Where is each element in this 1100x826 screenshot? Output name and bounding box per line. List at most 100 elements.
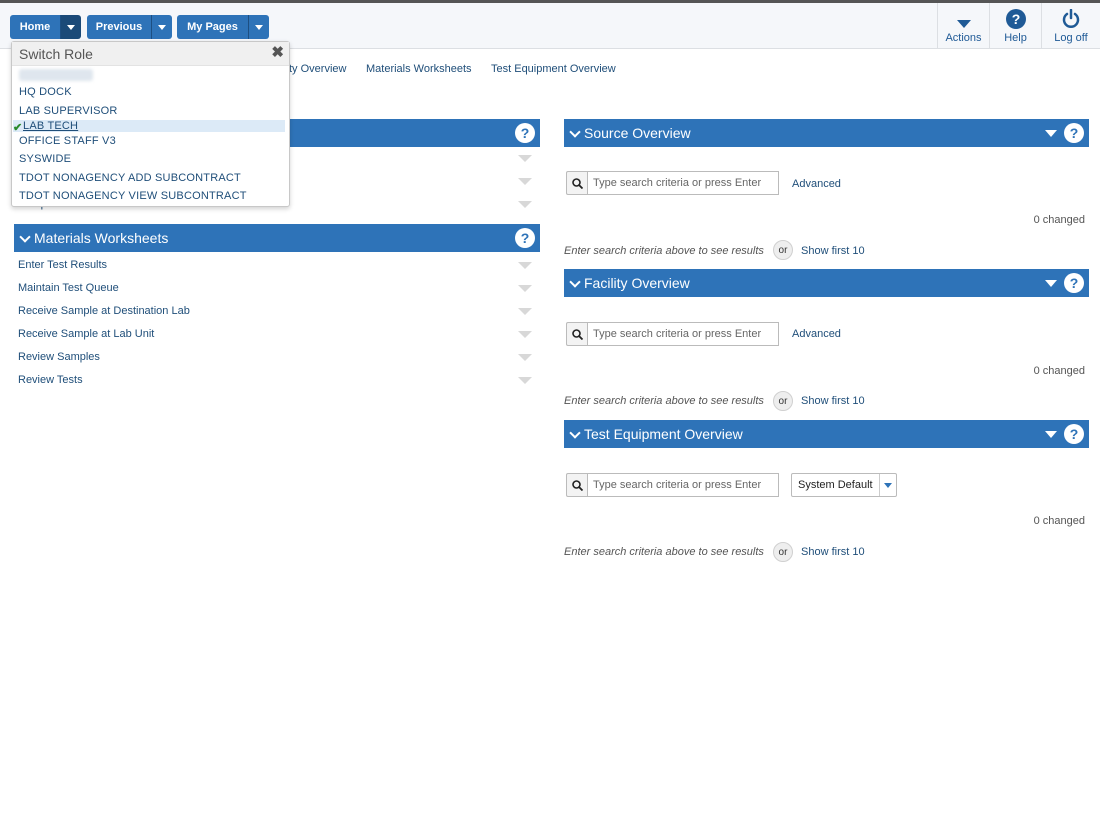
caret-down-icon bbox=[956, 20, 971, 28]
previous-split-button: Previous bbox=[87, 15, 172, 39]
search-button[interactable] bbox=[566, 473, 587, 497]
chevron-down-icon[interactable] bbox=[518, 262, 532, 269]
source-search: Type search criteria or press Enter bbox=[566, 171, 779, 195]
chevron-down-icon[interactable] bbox=[518, 377, 532, 384]
help-icon[interactable]: ? bbox=[515, 228, 535, 248]
chevron-down-icon[interactable] bbox=[518, 354, 532, 361]
chevron-down-icon bbox=[569, 276, 581, 288]
help-icon[interactable]: ? bbox=[1064, 123, 1084, 143]
role-item-hq-dock[interactable]: HQ DOCK bbox=[19, 86, 72, 98]
chevron-down-icon[interactable] bbox=[518, 178, 532, 185]
chevron-down-icon[interactable] bbox=[518, 201, 532, 208]
test-equipment-overview-panel-header[interactable]: Test Equipment Overview ? bbox=[564, 420, 1089, 448]
show-first-link[interactable]: Show first 10 bbox=[801, 395, 865, 407]
my-pages-dropdown-button[interactable] bbox=[249, 15, 269, 39]
search-button[interactable] bbox=[566, 171, 587, 195]
role-item-tdot-nonagency-view-subcontract[interactable]: TDOT NONAGENCY VIEW SUBCONTRACT bbox=[19, 190, 247, 202]
help-icon[interactable]: ? bbox=[1064, 273, 1084, 293]
role-item-syswide[interactable]: SYSWIDE bbox=[19, 153, 71, 165]
worksheet-link[interactable]: Review Tests bbox=[18, 374, 83, 386]
list-item[interactable]: Receive Sample at Destination Lab bbox=[18, 305, 534, 323]
checkmark-icon: ✔ bbox=[13, 122, 23, 134]
or-badge: or bbox=[773, 391, 793, 411]
list-item[interactable]: Enter Test Results bbox=[18, 259, 534, 277]
switch-role-menu: Switch Role ✖ ✔ HQ DOCK LAB SUPERVISOR L… bbox=[11, 41, 290, 207]
worksheet-link[interactable]: Receive Sample at Lab Unit bbox=[18, 328, 154, 340]
question-circle-icon: ? bbox=[1005, 9, 1026, 29]
search-input[interactable]: Type search criteria or press Enter bbox=[587, 322, 779, 346]
or-badge: or bbox=[773, 240, 793, 260]
filter-select[interactable]: System Default bbox=[791, 473, 897, 497]
panel-title: Facility Overview bbox=[584, 275, 690, 291]
close-icon[interactable]: ✖ bbox=[271, 43, 284, 61]
chevron-down-icon[interactable] bbox=[518, 285, 532, 292]
tab-facility-overview[interactable]: ty Overview bbox=[289, 63, 346, 75]
list-item[interactable]: Receive Sample at Lab Unit bbox=[18, 328, 534, 346]
svg-text:?: ? bbox=[1011, 11, 1020, 27]
tab-test-equipment-overview[interactable]: Test Equipment Overview bbox=[491, 63, 616, 75]
search-icon bbox=[571, 177, 583, 189]
role-item-lab-supervisor[interactable]: LAB SUPERVISOR bbox=[19, 105, 118, 117]
caret-down-icon[interactable] bbox=[1045, 130, 1057, 137]
chevron-down-icon[interactable] bbox=[518, 331, 532, 338]
caret-down-icon[interactable] bbox=[1045, 280, 1057, 287]
chevron-down-icon[interactable] bbox=[880, 474, 896, 496]
home-dropdown-button[interactable] bbox=[61, 15, 81, 39]
search-button[interactable] bbox=[566, 322, 587, 346]
search-hint: Enter search criteria above to see resul… bbox=[564, 245, 764, 257]
panel-title: Source Overview bbox=[584, 125, 691, 141]
chevron-down-icon[interactable] bbox=[518, 155, 532, 162]
menu-title: Switch Role bbox=[19, 45, 93, 62]
home-split-button: Home bbox=[10, 15, 81, 39]
facility-search: Type search criteria or press Enter bbox=[566, 322, 779, 346]
help-button[interactable]: ? Help bbox=[989, 3, 1041, 49]
advanced-link[interactable]: Advanced bbox=[792, 178, 841, 190]
logoff-label: Log off bbox=[1054, 32, 1088, 44]
help-icon[interactable]: ? bbox=[515, 123, 535, 143]
or-badge: or bbox=[773, 542, 793, 562]
role-item-lab-tech[interactable]: LAB TECH bbox=[23, 120, 78, 132]
worksheet-link[interactable]: Enter Test Results bbox=[18, 259, 107, 271]
list-item[interactable]: Review Samples bbox=[18, 351, 534, 369]
list-item[interactable]: Review Tests bbox=[18, 374, 534, 392]
worksheet-link[interactable]: Receive Sample at Destination Lab bbox=[18, 305, 190, 317]
tab-materials-worksheets[interactable]: Materials Worksheets bbox=[366, 63, 472, 75]
worksheet-link[interactable]: Review Samples bbox=[18, 351, 100, 363]
source-overview-panel-header[interactable]: Source Overview ? bbox=[564, 119, 1089, 147]
redacted-role bbox=[19, 69, 93, 81]
switch-role-header: Switch Role bbox=[12, 42, 289, 66]
logoff-button[interactable]: Log off bbox=[1041, 3, 1100, 49]
filter-select-value: System Default bbox=[792, 474, 880, 496]
actions-button[interactable]: Actions bbox=[937, 3, 989, 49]
worksheet-link[interactable]: Maintain Test Queue bbox=[18, 282, 119, 294]
materials-worksheets-panel-header[interactable]: Materials Worksheets ? bbox=[14, 224, 540, 252]
search-input[interactable]: Type search criteria or press Enter bbox=[587, 473, 779, 497]
panel-title: Test Equipment Overview bbox=[584, 426, 743, 442]
advanced-link[interactable]: Advanced bbox=[792, 328, 841, 340]
chevron-down-icon bbox=[255, 24, 263, 30]
search-hint: Enter search criteria above to see resul… bbox=[564, 546, 764, 558]
show-first-link[interactable]: Show first 10 bbox=[801, 245, 865, 257]
search-input[interactable]: Type search criteria or press Enter bbox=[587, 171, 779, 195]
caret-glyph bbox=[883, 482, 892, 488]
role-item-tdot-nonagency-add-subcontract[interactable]: TDOT NONAGENCY ADD SUBCONTRACT bbox=[19, 172, 241, 184]
facility-overview-panel-header[interactable]: Facility Overview ? bbox=[564, 269, 1089, 297]
chevron-down-icon[interactable] bbox=[518, 308, 532, 315]
help-icon[interactable]: ? bbox=[1064, 424, 1084, 444]
previous-dropdown-button[interactable] bbox=[152, 15, 172, 39]
changed-count: 0 changed bbox=[1033, 365, 1085, 377]
previous-button[interactable]: Previous bbox=[87, 15, 152, 39]
panel-title: Materials Worksheets bbox=[34, 230, 169, 246]
chevron-down-icon bbox=[569, 126, 581, 138]
show-first-link[interactable]: Show first 10 bbox=[801, 546, 865, 558]
home-button[interactable]: Home bbox=[10, 15, 61, 39]
caret-down-icon[interactable] bbox=[1045, 431, 1057, 438]
chevron-down-icon bbox=[19, 231, 31, 243]
role-item-office-staff-v3[interactable]: OFFICE STAFF V3 bbox=[19, 135, 116, 147]
my-pages-button[interactable]: My Pages bbox=[177, 15, 249, 39]
help-label: Help bbox=[1004, 32, 1027, 44]
list-item[interactable]: Maintain Test Queue bbox=[18, 282, 534, 300]
changed-count: 0 changed bbox=[1033, 515, 1085, 527]
my-pages-split-button: My Pages bbox=[177, 15, 269, 39]
actions-label: Actions bbox=[945, 32, 982, 44]
